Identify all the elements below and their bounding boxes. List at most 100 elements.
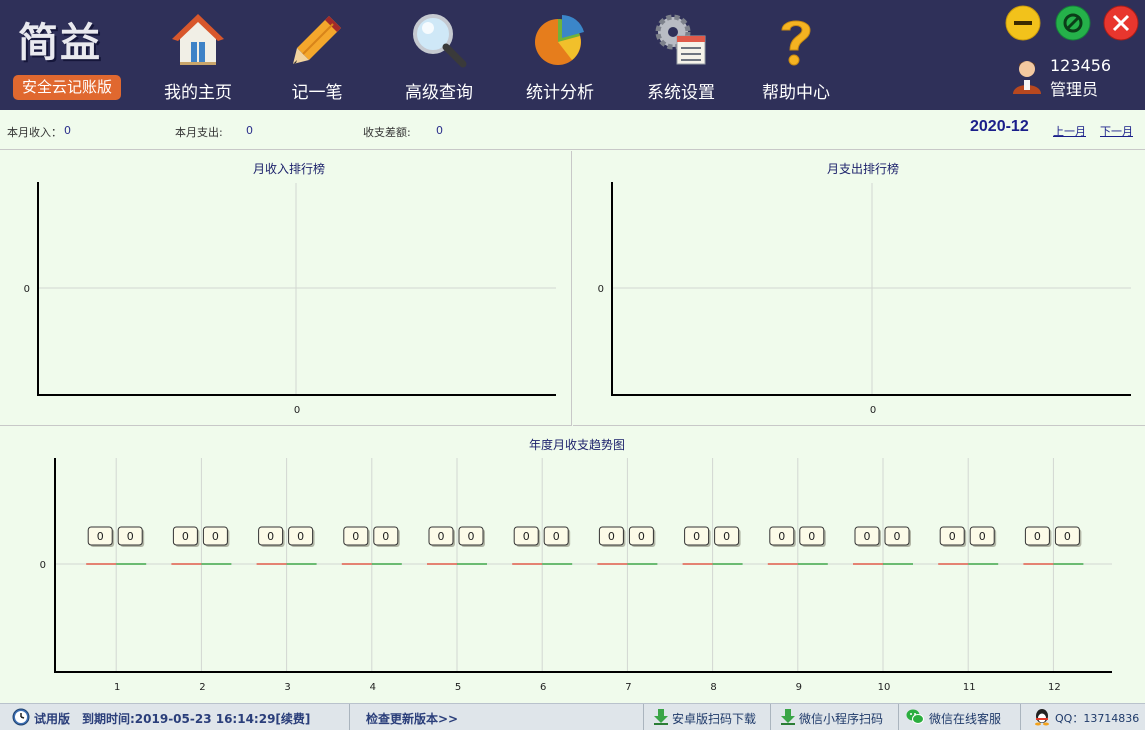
expiry-renew-link[interactable]: 到期时间:2019-05-23 16:14:29[续费]	[82, 710, 310, 727]
wechat-mini-label: 微信小程序扫码	[799, 712, 884, 726]
data-label: 0	[608, 530, 615, 543]
nav-search[interactable]: 高级查询	[384, 10, 494, 103]
x-tick-label: 9	[796, 682, 802, 693]
x-tick-label: 0	[294, 405, 300, 416]
minus-icon	[1005, 5, 1041, 41]
monthly-summary-bar: 本月收入： 0 本月支出: 0 收支差额: 0 2020-12 上一月 下一月	[0, 110, 1145, 150]
yearly-trend-chart: 年度月收支趋势图 0 10 020 030 040 050 060 070 080 090 010…	[40, 437, 1112, 693]
data-label: 0	[267, 530, 274, 543]
y-tick-label: 0	[598, 284, 604, 295]
difference-label: 收支差额:	[363, 126, 411, 139]
data-label: 0	[638, 530, 645, 543]
data-label: 0	[979, 530, 986, 543]
data-label: 0	[212, 530, 219, 543]
data-label: 0	[352, 530, 359, 543]
wechat-service-label: 微信在线客服	[929, 712, 1002, 726]
nav-settings-label: 系统设置	[647, 83, 715, 103]
settings-icon	[655, 14, 706, 65]
home-icon	[172, 14, 224, 65]
x-tick-label: 4	[370, 682, 376, 693]
top-toolbar: 简益 安全云记账版 我的主页 记一笔 高级查询 统计分析 系统设置 帮助中心 1…	[0, 0, 1145, 110]
check-update-link[interactable]: 检查更新版本>>	[366, 710, 458, 727]
minimize-button[interactable]	[1005, 5, 1041, 41]
question-icon	[781, 20, 811, 66]
pencil-icon	[293, 16, 341, 64]
data-label: 0	[723, 530, 730, 543]
expense-ranking-panel: 月支出排行榜 0 0	[573, 151, 1145, 426]
qq-penguin-icon	[1035, 709, 1049, 726]
user-avatar-icon	[1013, 61, 1041, 94]
expense-ranking-chart: 月支出排行榜 0 0	[598, 161, 1131, 416]
x-tick-label: 1	[114, 682, 120, 693]
update-cell: 检查更新版本>>	[350, 704, 644, 730]
nav-home[interactable]: 我的主页	[143, 10, 253, 103]
data-label: 0	[553, 530, 560, 543]
download-icon	[781, 709, 795, 725]
data-label: 0	[523, 530, 530, 543]
chart-title: 月支出排行榜	[827, 161, 899, 176]
restore-button[interactable]	[1055, 5, 1091, 41]
x-tick-label: 8	[710, 682, 716, 693]
data-label: 0	[808, 530, 815, 543]
chart-title: 年度月收支趋势图	[529, 437, 625, 452]
data-label: 0	[1064, 530, 1071, 543]
difference-value: 0	[436, 124, 443, 137]
income-ranking-chart: 月收入排行榜 0 0	[24, 161, 556, 416]
wechat-mini-button[interactable]: 微信小程序扫码	[771, 704, 899, 730]
expense-value: 0	[246, 124, 253, 137]
nav-home-label: 我的主页	[164, 83, 232, 103]
x-tick-label: 6	[540, 682, 546, 693]
status-bar: 试用版 到期时间:2019-05-23 16:14:29[续费] 检查更新版本>…	[0, 703, 1145, 730]
nav-statistics-label: 统计分析	[526, 83, 594, 103]
close-icon	[1103, 5, 1139, 41]
chart-title: 月收入排行榜	[253, 161, 325, 176]
restore-icon	[1055, 5, 1091, 41]
android-download-label: 安卓版扫码下载	[672, 712, 757, 726]
license-info: 试用版 到期时间:2019-05-23 16:14:29[续费]	[0, 704, 350, 730]
nav-record-label: 记一笔	[291, 83, 343, 103]
yearly-trend-panel: 年度月收支趋势图 0 1 0 0 2 0 0 3 0 0 4 0 0 5 0 0 6 0 0 7 0 0 8 0 0 9 0 0 10…	[0, 427, 1145, 703]
download-icon	[654, 709, 668, 725]
data-label: 0	[127, 530, 134, 543]
logo-subtitle: 安全云记账版	[13, 75, 121, 100]
x-tick-label: 0	[870, 405, 876, 416]
data-label: 0	[382, 530, 389, 543]
pie-chart-icon	[535, 15, 584, 65]
wechat-service-button[interactable]: 微信在线客服	[899, 704, 1021, 730]
nav-settings[interactable]: 系统设置	[626, 10, 736, 103]
data-label: 0	[949, 530, 956, 543]
data-label: 0	[468, 530, 475, 543]
x-tick-label: 11	[963, 682, 976, 693]
data-label: 0	[97, 530, 104, 543]
close-button[interactable]	[1103, 5, 1139, 41]
clock-icon	[12, 708, 30, 726]
data-label: 0	[438, 530, 445, 543]
nav-help[interactable]: 帮助中心	[741, 10, 851, 103]
user-id: 123456	[1050, 56, 1112, 75]
x-tick-label: 10	[878, 682, 891, 693]
nav-help-label: 帮助中心	[762, 83, 830, 103]
data-label: 0	[693, 530, 700, 543]
y-tick-label: 0	[40, 560, 46, 571]
app-logo: 简益 安全云记账版	[10, 8, 125, 103]
nav-statistics[interactable]: 统计分析	[505, 10, 615, 103]
user-role: 管理员	[1050, 80, 1099, 99]
data-label: 0	[297, 530, 304, 543]
x-tick-label: 7	[625, 682, 631, 693]
data-label: 0	[864, 530, 871, 543]
prev-month-link[interactable]: 上一月	[1053, 123, 1086, 139]
nav-record[interactable]: 记一笔	[262, 10, 372, 103]
user-info[interactable]: 123456 管理员	[1010, 56, 1140, 100]
x-tick-label: 5	[455, 682, 461, 693]
qq-contact[interactable]: QQ：13714836	[1021, 704, 1145, 730]
x-tick-label: 2	[199, 682, 205, 693]
android-download-button[interactable]: 安卓版扫码下载	[644, 704, 771, 730]
qq-number: QQ：13714836	[1055, 712, 1140, 725]
x-tick-label: 3	[284, 682, 290, 693]
current-period: 2020-12	[970, 118, 1029, 135]
logo-title: 简益	[18, 19, 102, 66]
x-tick-label: 12	[1048, 682, 1061, 693]
next-month-link[interactable]: 下一月	[1100, 123, 1133, 139]
magnifier-icon	[413, 14, 467, 68]
data-label: 0	[182, 530, 189, 543]
